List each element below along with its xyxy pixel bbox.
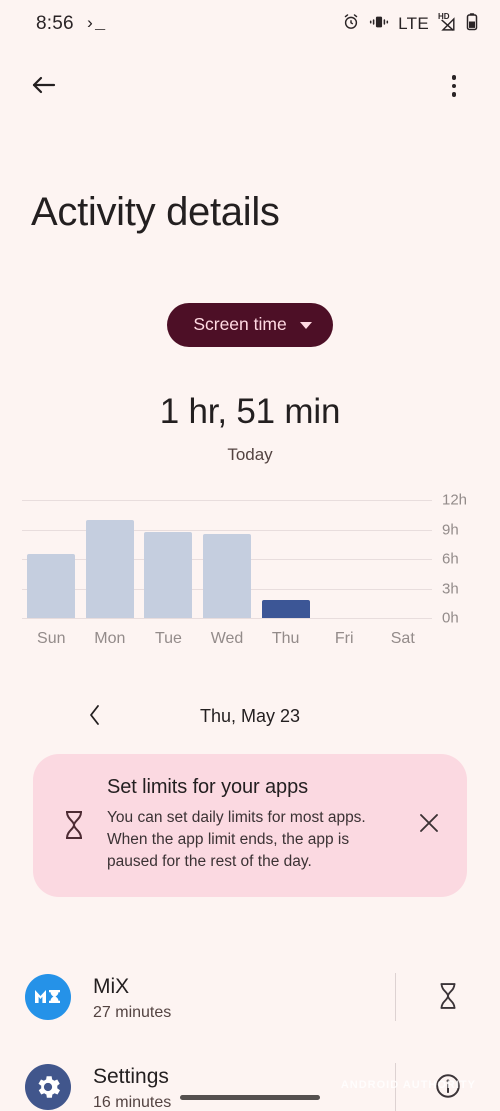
app-usage-time: 27 minutes: [93, 1003, 172, 1021]
app-meta: MiX 27 minutes: [93, 973, 373, 1022]
screen-time-chip-label: Screen time: [193, 314, 287, 334]
more-vert-icon: [451, 75, 457, 97]
digital-wellbeing-activity-details-screen: 8:56 ›_ LTE HD Activity details Screen t…: [0, 0, 500, 1111]
y-axis-tick-label: 3h: [442, 580, 459, 597]
chart-bar-cell[interactable]: [315, 500, 374, 618]
app-usage-row-mix[interactable]: MiX 27 minutes: [0, 952, 500, 1042]
chart-bar[interactable]: [261, 599, 310, 618]
screen-time-chip[interactable]: Screen time: [167, 303, 333, 347]
promo-description: You can set daily limits for most apps. …: [107, 809, 366, 870]
x-axis-tick-label: Sun: [37, 630, 66, 647]
chart-bar-cell[interactable]: [373, 500, 432, 618]
app-meta: Settings 16 minutes: [93, 1063, 373, 1111]
promo-title: Set limits for your apps: [107, 776, 309, 798]
mix-app-icon: [25, 974, 71, 1020]
hourglass-icon: [437, 982, 459, 1013]
app-usage-row-settings[interactable]: Settings 16 minutes: [0, 1042, 500, 1111]
terminal-icon: ›_: [84, 14, 106, 34]
total-screen-time: 1 hr, 51 min: [159, 392, 341, 431]
promo-close-button[interactable]: [411, 807, 447, 843]
chart-bar-cell[interactable]: [256, 500, 315, 618]
status-bar-left: 8:56 ›_: [36, 13, 105, 35]
app-usage-list: MiX 27 minutes Settings 16 minutes: [0, 952, 500, 1111]
back-arrow-icon: [30, 73, 58, 100]
usage-summary: 1 hr, 51 min Today: [0, 392, 500, 465]
x-axis-tick-label: Thu: [271, 630, 300, 647]
x-axis-tick-label: Tue: [154, 630, 182, 647]
app-timer-button[interactable]: [418, 972, 478, 1022]
app-name: Settings: [93, 1064, 169, 1088]
chart-bar-cell[interactable]: [198, 500, 257, 618]
info-icon: [434, 1072, 462, 1103]
y-axis-tick-label: 6h: [442, 550, 459, 568]
chart-bar-cell[interactable]: [22, 500, 81, 618]
x-axis-tick-label: Fri: [334, 630, 354, 647]
top-app-bar: [0, 56, 500, 116]
status-bar-clock: 8:56: [36, 13, 74, 34]
hd-label: HD: [438, 12, 450, 21]
current-date-label: Thu, May 23: [199, 705, 301, 726]
chart-bar[interactable]: [203, 534, 252, 618]
chart-bar[interactable]: [27, 554, 76, 618]
hourglass-icon: [57, 810, 91, 840]
page-title: Activity details: [31, 190, 280, 234]
chart-x-axis: Sun Mon Tue Wed Thu Fri Sat: [22, 620, 432, 648]
chevron-down-icon: [299, 322, 312, 329]
row-divider: [395, 1063, 396, 1111]
status-bar: 8:56 ›_ LTE HD: [0, 0, 500, 48]
y-axis-tick-label: 9h: [442, 521, 459, 538]
network-type-label: LTE: [398, 14, 429, 33]
set-limits-promo-card[interactable]: Set limits for your apps You can set dai…: [33, 754, 467, 897]
date-navigator: Thu, May 23: [0, 698, 500, 734]
chart-bar[interactable]: [85, 519, 134, 618]
vibrate-icon: [369, 14, 389, 35]
x-axis-tick-label: Wed: [210, 630, 244, 647]
battery-icon: [466, 12, 478, 36]
summary-period: Today: [227, 445, 273, 464]
navigation-gesture-bar[interactable]: [180, 1095, 320, 1100]
chart-bar-cell[interactable]: [81, 500, 140, 618]
chart-bar[interactable]: [144, 532, 193, 618]
promo-body: Set limits for your apps You can set dai…: [107, 776, 395, 873]
x-axis-tick-label: Sat: [390, 630, 415, 647]
signal-icon: HD: [438, 12, 457, 33]
app-info-button[interactable]: [418, 1062, 478, 1111]
app-name: MiX: [93, 974, 130, 998]
gridline: [22, 618, 432, 619]
chart-plot-area: [22, 500, 432, 619]
chart-bars: [22, 500, 432, 618]
chart-bar-cell[interactable]: [139, 500, 198, 618]
y-axis-tick-label: 0h: [442, 609, 459, 627]
close-icon: [418, 812, 440, 837]
alarm-icon: [342, 13, 360, 36]
chevron-left-icon: [88, 704, 102, 729]
x-axis-tick-label: Mon: [94, 630, 126, 647]
overflow-menu-button[interactable]: [432, 64, 476, 108]
row-divider: [395, 973, 396, 1021]
back-button[interactable]: [22, 64, 66, 108]
settings-gear-icon: [25, 1064, 71, 1110]
metric-selector-row: Screen time: [0, 303, 500, 347]
weekly-usage-chart[interactable]: 0h 3h 6h 9h 12h Sun Mon Tue Wed Thu Fri Sat: [22, 492, 478, 655]
status-bar-right: LTE HD: [342, 12, 478, 36]
previous-day-button[interactable]: [78, 699, 112, 733]
y-axis-tick-label: 12h: [442, 491, 468, 509]
